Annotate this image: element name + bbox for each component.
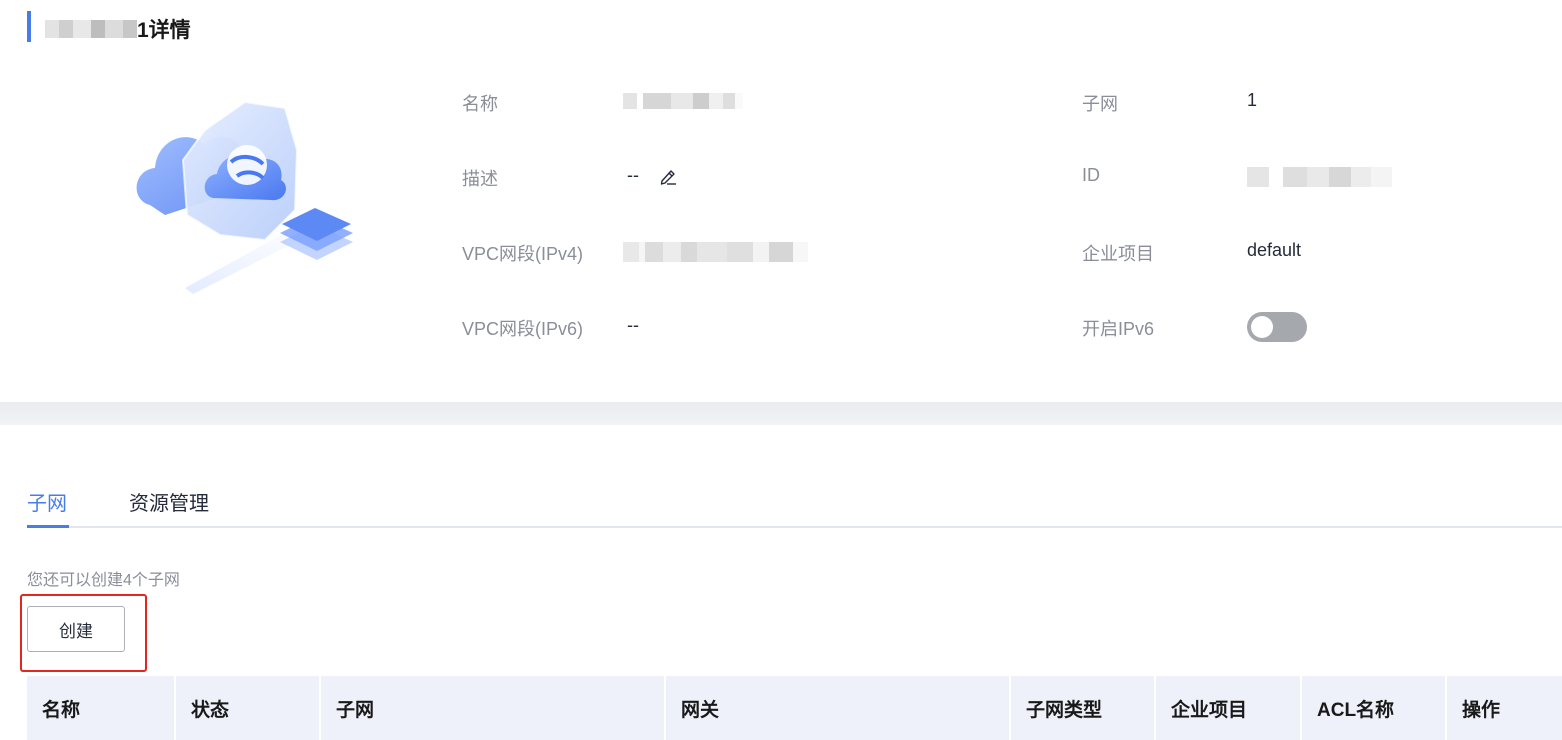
page-title: 1详情 [137,19,191,42]
name-value-redacted [623,93,743,109]
subnet-count-label: 子网 [1082,94,1118,114]
section-divider [0,402,1562,425]
ipv4-value-redacted [623,242,808,262]
tab-subnet[interactable]: 子网 [27,487,67,516]
title-accent-bar [27,11,31,42]
column-header-actions: 操作 [1462,699,1501,721]
column-header-acl-name[interactable]: ACL名称 [1302,676,1447,740]
column-header-name[interactable]: 名称 [27,676,176,740]
vpc-illustration [136,100,353,294]
subnet-quota-text: 您还可以创建4个子网 [27,572,180,589]
active-tab-indicator [27,525,69,528]
ipv6-label: VPC网段(IPv6) [462,319,584,339]
enable-ipv6-toggle[interactable] [1247,312,1307,342]
enterprise-project-value: default [1247,240,1302,260]
ipv4-label: VPC网段(IPv4) [462,244,584,264]
edit-pencil-icon[interactable] [658,166,678,186]
ipv6-value: -- [627,315,639,335]
toggle-knob [1251,316,1273,338]
title-redacted-text [45,20,137,38]
enterprise-project-label: 企业项目 [1082,244,1154,264]
column-header-subnet[interactable]: 子网 [321,676,666,740]
tab-resource-management[interactable]: 资源管理 [129,487,209,516]
description-label: 描述 [462,169,498,189]
column-header-status[interactable]: 状态 [176,676,321,740]
column-header-enterprise-project[interactable]: 企业项目 [1156,676,1302,740]
description-value: -- [627,165,639,185]
column-header-gateway[interactable]: 网关 [666,676,1011,740]
subnet-count-value: 1 [1247,90,1258,110]
subnet-table-header: 名称 状态 子网 网关 子网类型 企业项目 ACL名称 操作 [27,676,1562,740]
tabs-baseline [27,526,1562,528]
id-value-redacted [1247,167,1392,187]
column-header-subnet-type[interactable]: 子网类型 [1011,676,1156,740]
id-label: ID [1082,165,1100,185]
name-label: 名称 [462,94,498,114]
enable-ipv6-label: 开启IPv6 [1082,319,1155,339]
create-subnet-button[interactable]: 创建 [27,606,125,652]
